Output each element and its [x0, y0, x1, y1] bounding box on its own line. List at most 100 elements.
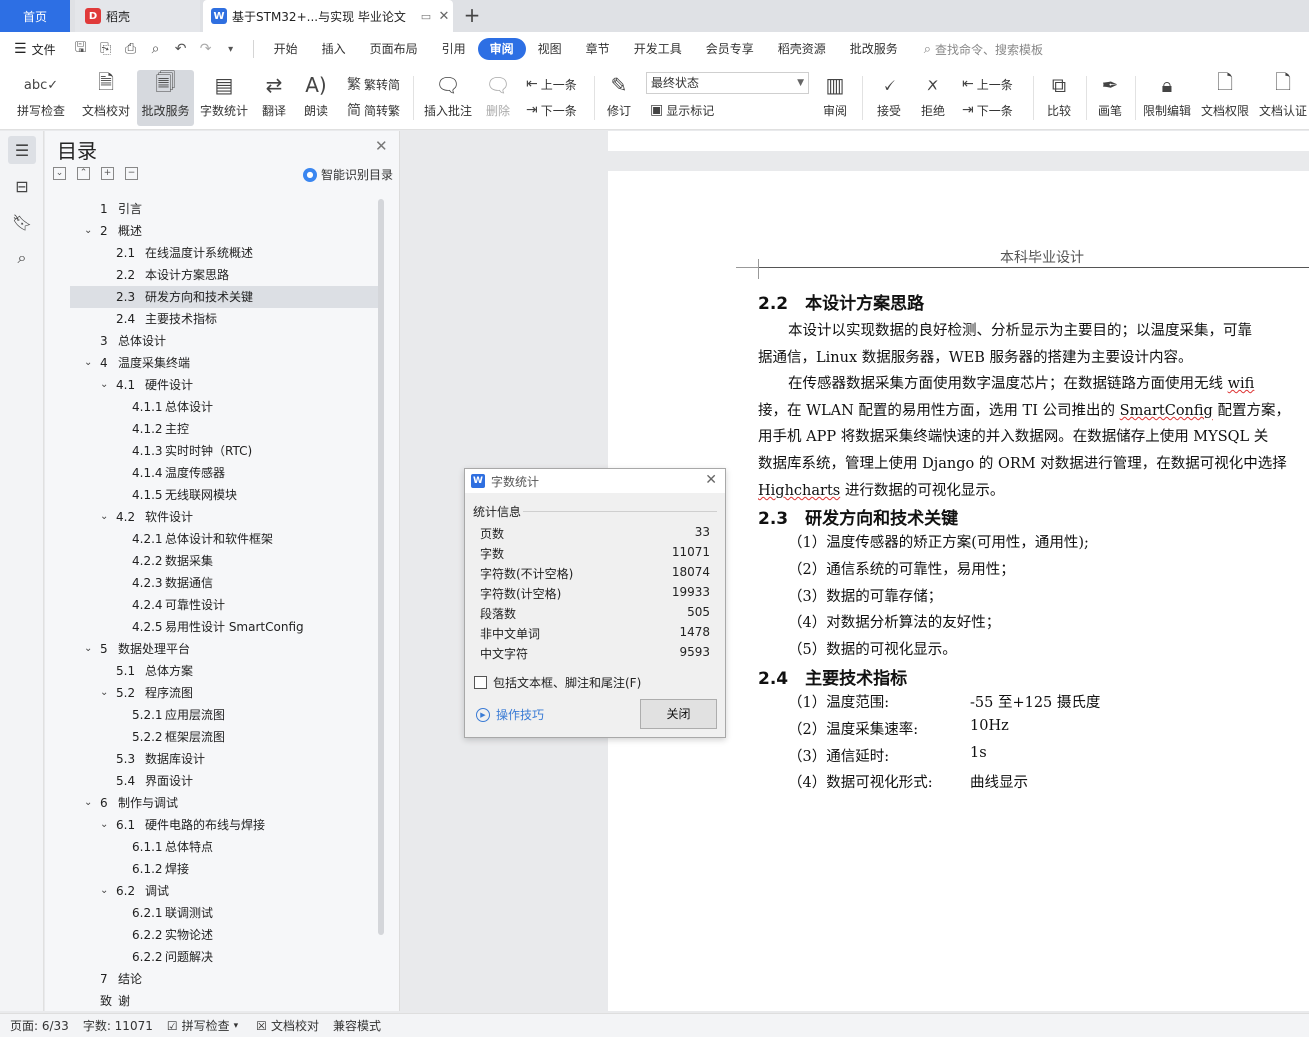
bookmark-icon[interactable]: 🔖︎ [8, 208, 36, 236]
tips-link[interactable]: ▶ 操作技巧 [476, 706, 544, 723]
revise-button[interactable]: ✎ 修订 [600, 70, 638, 126]
toc-item[interactable]: 6.1.1 总体特点 [70, 836, 378, 858]
toc-item[interactable]: 2.4 主要技术指标 [70, 308, 378, 330]
print-icon[interactable]: ⎙ [120, 38, 142, 60]
toc-item[interactable]: 4.2.5 易用性设计 SmartConfig [70, 616, 378, 638]
review-pane-button[interactable]: ▥ 审阅 [816, 70, 854, 126]
toc-item[interactable]: 4.1.4 温度传感器 [70, 462, 378, 484]
export-pdf-icon[interactable]: ⎘ [95, 38, 117, 60]
toc-item[interactable]: 4.1.2 主控 [70, 418, 378, 440]
toc-item[interactable]: 3 总体设计 [70, 330, 378, 352]
prev-change-button[interactable]: ⇤ 上一条 [962, 74, 1013, 94]
close-icon[interactable]: ✕ [705, 472, 717, 488]
toc-item[interactable]: 致谢 [70, 990, 378, 1008]
read-aloud-button[interactable]: A) 朗读 [298, 70, 334, 126]
redo-icon[interactable]: ↷ [195, 38, 217, 60]
toc-item[interactable]: 5.4 界面设计 [70, 770, 378, 792]
toc-item[interactable]: 5.2.2 框架层流图 [70, 726, 378, 748]
menu-item-dev-tools[interactable]: 开发工具 [622, 38, 694, 60]
menu-item-page-layout[interactable]: 页面布局 [358, 38, 430, 60]
toc-item[interactable]: 4.2.2 数据采集 [70, 550, 378, 572]
accept-button[interactable]: 🗸 接受 [870, 70, 908, 126]
menu-item-view[interactable]: 视图 [526, 38, 574, 60]
toc-item[interactable]: 4.1.3 实时时钟（RTC) [70, 440, 378, 462]
menu-item-start[interactable]: 开始 [262, 38, 310, 60]
compare-button[interactable]: ⧉ 比较 [1039, 70, 1079, 126]
chevron-down-icon[interactable]: ⌄ [100, 506, 108, 528]
chevron-down-icon[interactable]: ⌄ [100, 682, 108, 704]
toc-item[interactable]: ⌄ 4.1 硬件设计 [70, 374, 378, 396]
correction-service-button[interactable]: 🗐 批改服务 [137, 70, 194, 126]
toc-item[interactable]: 5.2.1 应用层流图 [70, 704, 378, 726]
menu-item-chapter[interactable]: 章节 [574, 38, 622, 60]
translate-button[interactable]: ⇄ 翻译 [255, 70, 293, 126]
menu-item-references[interactable]: 引用 [430, 38, 478, 60]
toc-item[interactable]: 6.2.2 实物论述 [70, 924, 378, 946]
save-icon[interactable]: 🖫 [70, 38, 92, 60]
chevron-down-icon[interactable]: ⌄ [84, 220, 92, 242]
next-comment-button[interactable]: ⇥ 下一条 [526, 100, 577, 120]
toc-item[interactable]: ⌄ 6.2 调试 [70, 880, 378, 902]
close-icon[interactable]: ✕ [375, 137, 388, 155]
insert-comment-button[interactable]: 🗨 插入批注 [420, 70, 476, 126]
menu-item-daoke-resources[interactable]: 稻壳资源 [766, 38, 838, 60]
plus-icon[interactable]: + [101, 167, 114, 180]
search-icon[interactable]: ⌕ [8, 244, 36, 272]
toc-item[interactable]: ⌄ 5 数据处理平台 [70, 638, 378, 660]
expand-all-icon[interactable]: ⌄ [53, 167, 66, 180]
new-tab-button[interactable]: + [460, 4, 484, 28]
toc-item[interactable]: 5.3 数据库设计 [70, 748, 378, 770]
toc-item[interactable]: 6.2.2 问题解决 [70, 946, 378, 968]
tab-document[interactable]: W 基于STM32+...与实现 毕业论文 ▭ ✕ [203, 0, 453, 32]
toc-item[interactable]: 4.2.3 数据通信 [70, 572, 378, 594]
print-preview-icon[interactable]: ⌕ [145, 38, 167, 60]
collapse-all-icon[interactable]: ⌃ [77, 167, 90, 180]
close-button[interactable]: 关闭 [640, 699, 717, 729]
undo-icon[interactable]: ↶ [170, 38, 192, 60]
menu-item-correction-service[interactable]: 批改服务 [838, 38, 910, 60]
spell-check-button[interactable]: abc✓ 拼写检查 [10, 70, 72, 126]
menu-item-review[interactable]: 审阅 [477, 38, 526, 60]
simp-to-trad-button[interactable]: 简简转繁 [347, 100, 400, 120]
toc-item[interactable]: 1 引言 [70, 198, 378, 220]
word-count-button[interactable]: ▤ 字数统计 [197, 70, 251, 126]
toc-panel-icon[interactable]: ☰ [8, 136, 36, 164]
delete-comment-button[interactable]: 🗨 删除 [479, 70, 517, 126]
chevron-down-icon[interactable]: ▾ [220, 38, 242, 60]
toc-item[interactable]: 4.1.1 总体设计 [70, 396, 378, 418]
toc-item[interactable]: 5.1 总体方案 [70, 660, 378, 682]
spell-check-toggle[interactable]: ☑ 拼写检查 ▾ [167, 1017, 242, 1034]
word-count-indicator[interactable]: 字数: 11071 [83, 1017, 153, 1034]
pen-button[interactable]: ✒ 画笔 [1092, 70, 1128, 126]
next-change-button[interactable]: ⇥ 下一条 [962, 100, 1013, 120]
checkbox-box[interactable] [474, 676, 487, 689]
doc-permission-button[interactable]: 🗋 文档权限 [1199, 70, 1251, 126]
prev-comment-button[interactable]: ⇤ 上一条 [526, 74, 577, 94]
toc-item[interactable]: 4.2.4 可靠性设计 [70, 594, 378, 616]
toc-item[interactable]: ⌄ 4 温度采集终端 [70, 352, 378, 374]
toc-item[interactable]: 2.2 本设计方案思路 [70, 264, 378, 286]
smart-toc-button[interactable]: ● 智能识别目录 [303, 166, 393, 183]
chevron-down-icon[interactable]: ⌄ [100, 814, 108, 836]
toc-item[interactable]: ⌄ 4.2 软件设计 [70, 506, 378, 528]
doc-proof-status[interactable]: ☒ 文档校对 [256, 1017, 319, 1034]
toc-item[interactable]: 6.1.2 焊接 [70, 858, 378, 880]
toc-item[interactable]: ⌄ 2 概述 [70, 220, 378, 242]
chevron-down-icon[interactable]: ⌄ [100, 374, 108, 396]
chevron-down-icon[interactable]: ⌄ [84, 352, 92, 374]
restrict-edit-button[interactable]: 🔒︎ 限制编辑 [1141, 70, 1193, 126]
tab-home[interactable]: 首页 [0, 0, 70, 32]
reject-button[interactable]: 🗴 拒绝 [914, 70, 952, 126]
chapter-nav-icon[interactable]: ⊟ [8, 172, 36, 200]
doc-proof-button[interactable]: 🗎 文档校对 [78, 70, 134, 126]
toc-item[interactable]: 6.2.1 联调测试 [70, 902, 378, 924]
toc-item[interactable]: ⌄ 5.2 程序流图 [70, 682, 378, 704]
chevron-down-icon[interactable]: ⌄ [84, 638, 92, 660]
toc-item[interactable]: 4.1.5 无线联网模块 [70, 484, 378, 506]
minus-icon[interactable]: − [125, 167, 138, 180]
toc-item[interactable]: 2.3 研发方向和技术关键 [70, 286, 378, 308]
trad-to-simp-button[interactable]: 繁繁转简 [347, 74, 400, 94]
command-search[interactable]: ⌕ 查找命令、搜索模板 [924, 41, 1043, 58]
dialog-titlebar[interactable]: W 字数统计 [465, 469, 725, 493]
tab-daoke[interactable]: D 稻壳 [75, 0, 200, 32]
